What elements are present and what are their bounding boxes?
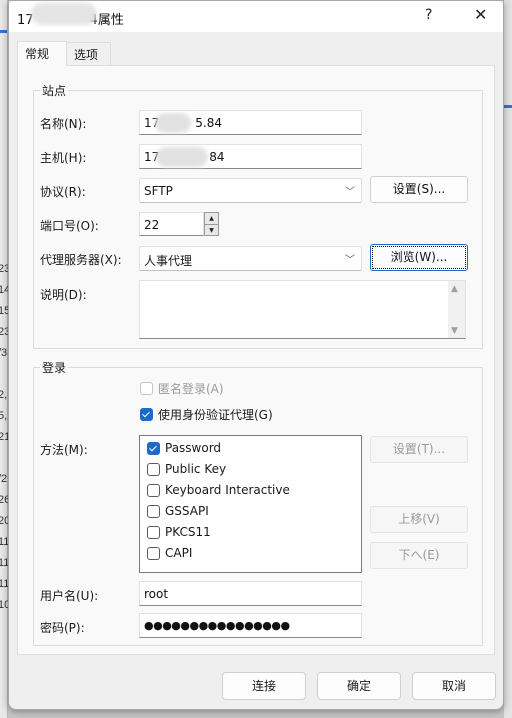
cancel-button[interactable]: 取消 [412, 672, 496, 700]
description-scrollbar[interactable]: ▲ ▼ [448, 281, 465, 338]
chevron-down-icon: ﹀ [345, 255, 355, 266]
tab-general[interactable]: 常规 [17, 41, 67, 66]
name-value-suffix: 5.84 [195, 116, 222, 130]
login-group-label: 登录 [40, 359, 69, 376]
checkbox-icon[interactable] [147, 483, 160, 497]
background-accent-line [504, 105, 512, 108]
background-text: 11 [0, 536, 8, 548]
name-label: 名称(N): [40, 117, 87, 131]
background-text: 11 [0, 578, 8, 590]
background-window-left: 23 14 15 23 /3 2, 5, 21 /2 26 20 11 11 1… [0, 0, 8, 718]
tab-options[interactable]: 选项 [66, 42, 111, 65]
username-input[interactable]: root [139, 581, 362, 606]
method-label-text: Public Key [165, 462, 227, 476]
background-text: 26 [0, 494, 8, 506]
checkbox-icon[interactable] [147, 546, 160, 560]
method-item-password[interactable]: Password [147, 441, 221, 455]
method-item-keyboard-interactive[interactable]: Keyboard Interactive [147, 483, 290, 497]
background-accent-line [0, 30, 7, 33]
port-input[interactable]: 22 [139, 212, 204, 236]
background-text: 14 [0, 284, 8, 296]
description-label: 说明(D): [40, 288, 87, 302]
username-label: 用户名(U): [40, 589, 99, 603]
port-spinner[interactable]: ▲ ▼ [204, 212, 219, 236]
redacted-blur [31, 3, 97, 25]
move-up-button[interactable]: 上移(V) [370, 506, 468, 533]
spin-down-icon[interactable]: ▼ [205, 225, 218, 236]
name-input[interactable]: 17 5.84 [139, 110, 362, 135]
spin-up-icon[interactable]: ▲ [205, 213, 218, 225]
background-text: 5, [0, 410, 8, 422]
scroll-up-icon[interactable]: ▲ [451, 284, 458, 294]
protocol-value: SFTP [144, 184, 173, 198]
anonymous-login-checkbox[interactable]: 匿名登录(A) [140, 380, 224, 397]
connect-button[interactable]: 连接 [222, 672, 306, 700]
background-text: /2 [0, 473, 8, 485]
password-input[interactable]: ●●●●●●●●●●●●●●●● [139, 613, 362, 638]
method-item-gssapi[interactable]: GSSAPI [147, 504, 209, 518]
background-text: /3 [0, 347, 8, 359]
checkbox-icon [140, 382, 153, 395]
method-label-text: Password [165, 441, 222, 455]
host-input[interactable]: 17 84 [139, 144, 362, 169]
help-button[interactable]: ? [425, 7, 432, 23]
proxy-label: 代理服务器(X): [40, 253, 122, 267]
description-textarea[interactable]: ▲ ▼ [139, 280, 466, 339]
checkbox-icon[interactable] [147, 525, 160, 539]
method-settings-button[interactable]: 设置(T)... [370, 436, 468, 463]
scroll-down-icon[interactable]: ▼ [451, 326, 458, 336]
method-item-pkcs11[interactable]: PKCS11 [147, 525, 211, 539]
close-button[interactable]: ✕ [474, 5, 487, 24]
title-bar[interactable]: 17 4属性 ? ✕ [9, 1, 503, 32]
properties-dialog: 17 4属性 ? ✕ 常规 选项 站点 登录 名称(N): 17 5.84 主机(H… [8, 0, 504, 710]
move-down-button[interactable]: 下へ(E) [370, 542, 468, 569]
background-window-right [504, 0, 512, 718]
method-item-capi[interactable]: CAPI [147, 546, 192, 560]
browse-button[interactable]: 浏览(W)... [370, 244, 468, 271]
background-text: 15 [0, 305, 8, 317]
ok-button[interactable]: 确定 [317, 672, 401, 700]
proxy-value: 人事代理 [144, 254, 193, 268]
protocol-select[interactable]: SFTP ﹀ [139, 178, 362, 203]
background-text: 11 [0, 557, 8, 569]
method-label-text: GSSAPI [165, 504, 209, 518]
checkbox-icon[interactable] [147, 504, 160, 518]
background-text: 23 [0, 326, 8, 338]
auth-agent-checkbox[interactable]: 使用身份验证代理(G) [140, 406, 273, 423]
auth-agent-label: 使用身份验证代理(G) [158, 408, 273, 422]
protocol-settings-button[interactable]: 设置(S)... [370, 176, 468, 203]
background-text: 23 [0, 263, 8, 275]
background-text: 20 [0, 515, 8, 527]
checkbox-checked-icon [140, 408, 153, 421]
background-text: 2, [0, 389, 8, 401]
host-label: 主机(H): [40, 151, 87, 165]
checkbox-checked-icon[interactable] [147, 441, 160, 455]
auth-methods-list[interactable]: Password Public Key Keyboard Interactive… [139, 435, 362, 573]
chevron-down-icon: ﹀ [345, 187, 355, 198]
method-label-text: CAPI [165, 546, 193, 560]
host-value-suffix: 84 [209, 150, 225, 164]
password-label: 密码(P): [40, 621, 85, 635]
proxy-select[interactable]: 人事代理 ﹀ [139, 246, 362, 271]
background-text: 21 [0, 431, 8, 443]
anonymous-login-label: 匿名登录(A) [158, 382, 224, 396]
method-item-public-key[interactable]: Public Key [147, 462, 226, 476]
method-label-text: PKCS11 [165, 525, 211, 539]
port-label: 端口号(O): [40, 219, 99, 233]
background-text: 10 [0, 599, 8, 611]
redacted-blur [155, 113, 191, 133]
method-label-text: Keyboard Interactive [165, 483, 290, 497]
protocol-label: 协议(R): [40, 185, 86, 199]
checkbox-icon[interactable] [147, 462, 160, 476]
site-group-label: 站点 [40, 82, 69, 99]
redacted-blur [156, 147, 208, 167]
method-label: 方法(M): [40, 443, 88, 457]
